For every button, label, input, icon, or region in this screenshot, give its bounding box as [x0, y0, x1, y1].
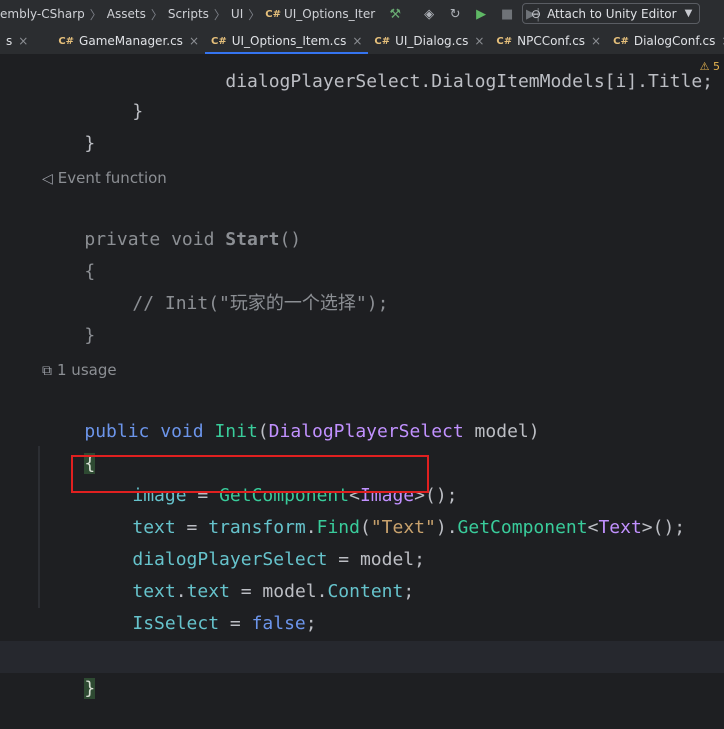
event-function-hint[interactable]: ◁ Event function [42, 164, 167, 192]
usage-hint[interactable]: ⧉ 1 usage [42, 356, 117, 384]
close-brace: } [84, 678, 96, 699]
code-line: } [0, 288, 724, 346]
tab-ui-options-item[interactable]: C# UI_Options_Item.cs × [205, 28, 369, 54]
editor-tabs: s × C# GameManager.cs × C# UI_Options_It… [0, 28, 724, 55]
tab-partial[interactable]: s × [0, 28, 34, 54]
breadcrumb-item-assets[interactable]: Assets [107, 7, 146, 21]
run-configuration-select[interactable]: ⊖ Attach to Unity Editor ▼ [522, 3, 700, 24]
breadcrumb: embly-CSharp 〉 Assets 〉 Scripts 〉 UI 〉 C… [0, 6, 375, 23]
close-brace: } [84, 325, 96, 346]
unity-icon[interactable]: ◈ [419, 4, 439, 24]
csharp-file-icon: C# [374, 35, 391, 47]
code-line: dialogPlayerSelect = model; [0, 512, 724, 570]
tab-label: GameManager.cs [79, 34, 183, 48]
code-line: private void Start() [0, 192, 724, 250]
tab-label: DialogConf.cs [633, 34, 716, 48]
breadcrumb-item-scripts[interactable]: Scripts [168, 7, 209, 21]
operator: = [219, 613, 252, 634]
code-line: { [0, 416, 724, 474]
chevron-right-icon: 〉 [89, 7, 102, 22]
code-line: } [0, 96, 724, 154]
highlight-annotation-box [71, 455, 429, 493]
punctuation: ; [305, 613, 317, 634]
chevron-right-icon: 〉 [213, 7, 226, 22]
tab-gamemanager[interactable]: C# GameManager.cs × [52, 28, 205, 54]
breadcrumb-item-project[interactable]: embly-CSharp [0, 7, 85, 21]
tab-label: UI_Dialog.cs [395, 34, 469, 48]
chevron-right-icon: 〉 [150, 7, 163, 22]
close-brace: } [84, 133, 96, 154]
csharp-file-icon: C# [265, 8, 281, 20]
code-line: IsSelect = false; [0, 576, 724, 634]
breadcrumb-item-file[interactable]: UI_Options_Iter [284, 7, 375, 21]
code-line: } [0, 641, 724, 699]
csharp-file-icon: C# [496, 35, 513, 47]
stop-icon[interactable]: ■ [497, 4, 517, 24]
close-icon[interactable]: × [18, 34, 28, 48]
chevron-down-icon: ▼ [684, 8, 693, 19]
code-line: text.text = model.Content; [0, 544, 724, 602]
refresh-icon[interactable]: ↻ [445, 4, 465, 24]
code-line: { [0, 224, 724, 282]
unity-event-icon: ◁ [42, 171, 53, 187]
hint-label: 1 usage [57, 361, 117, 379]
navigation-toolbar: embly-CSharp 〉 Assets 〉 Scripts 〉 UI 〉 C… [0, 0, 724, 28]
run-icon[interactable]: ▶ [471, 4, 491, 24]
csharp-file-icon: C# [58, 35, 75, 47]
close-icon[interactable]: × [474, 34, 484, 48]
close-icon[interactable]: × [352, 34, 362, 48]
run-configuration-label: Attach to Unity Editor [547, 6, 677, 21]
tab-npcconf[interactable]: C# NPCConf.cs × [490, 28, 607, 54]
csharp-file-icon: C# [211, 35, 227, 47]
build-hammer-icon[interactable]: ⚒ [385, 4, 405, 24]
code-line: } [0, 64, 724, 122]
csharp-file-icon: C# [613, 35, 629, 47]
code-editor[interactable]: ⚠ 5 dialogPlayerSelect.DialogItemModels[… [0, 54, 724, 729]
hint-label: Event function [57, 169, 167, 187]
close-icon[interactable]: × [189, 34, 199, 48]
debug-attach-icon: ⊖ [531, 6, 542, 21]
code-line: public void Init(DialogPlayerSelect mode… [0, 384, 724, 442]
external-link-icon: ⧉ [42, 363, 52, 379]
chevron-right-icon: 〉 [248, 7, 261, 22]
breadcrumb-item-ui[interactable]: UI [231, 7, 243, 21]
code-line: // Init("玩家的一个选择"); [0, 256, 724, 314]
tab-dialogconf[interactable]: C# DialogConf.cs × [607, 28, 724, 54]
tab-label: s [6, 34, 13, 48]
tab-ui-dialog[interactable]: C# UI_Dialog.cs × [368, 28, 490, 54]
close-icon[interactable]: × [591, 34, 601, 48]
keyword: false [251, 613, 306, 634]
tab-label: NPCConf.cs [517, 34, 586, 48]
property: IsSelect [132, 613, 220, 634]
tab-label: UI_Options_Item.cs [231, 34, 347, 48]
